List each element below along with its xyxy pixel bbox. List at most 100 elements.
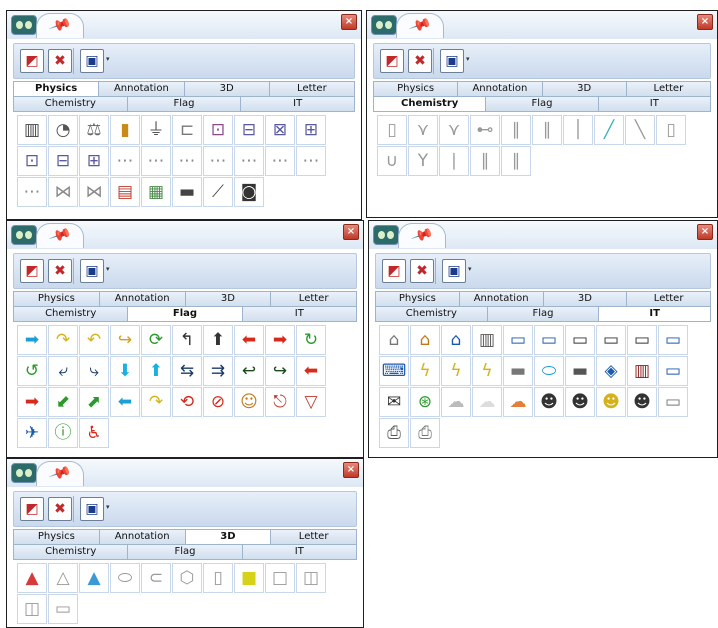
shape-cell[interactable]: ╱ [594,115,624,145]
tab-3d[interactable]: 3D [184,292,271,306]
dropdown-arrow-icon[interactable]: ▾ [466,55,470,63]
shape-cell[interactable]: ☁ [441,387,471,417]
shape-cell[interactable]: ⊞ [79,146,109,176]
shape-cell[interactable]: △ [48,563,78,593]
shape-cell[interactable]: ▮ [110,115,140,145]
tab-it[interactable]: IT [240,97,355,111]
tab-flag[interactable]: Flag [127,545,242,559]
shape-cell[interactable]: ↪ [110,325,140,355]
close-button[interactable]: × [341,14,357,30]
tab-physics[interactable]: Physics [14,292,99,306]
shape-cell[interactable]: ⊂ [141,563,171,593]
shape-cell[interactable]: ϟ [441,356,471,386]
shape-cell[interactable]: ⊟ [234,115,264,145]
shape-cell[interactable]: ⬆ [203,325,233,355]
shape-cell[interactable]: ⋯ [265,146,295,176]
shape-cell[interactable]: ∥ [501,115,531,145]
tab-physics[interactable]: Physics [374,82,458,96]
tab-3d[interactable]: 3D [542,292,627,306]
tab-flag[interactable]: Flag [486,307,599,321]
tab-3d[interactable]: 3D [541,82,626,96]
tab-it[interactable]: IT [241,545,356,559]
tab-flag[interactable]: Flag [485,97,598,111]
shape-cell[interactable]: ⊡ [17,146,47,176]
shape-cell[interactable]: ⌂ [379,325,409,355]
delete-red-button[interactable]: ✖ [408,49,432,73]
shape-cell[interactable]: ☻ [565,387,595,417]
shape-cell[interactable]: ▥ [627,356,657,386]
shape-cell[interactable]: ↩ [234,356,264,386]
tab-annotation[interactable]: Annotation [98,82,184,96]
shape-cell[interactable]: ⌂ [441,325,471,355]
close-button[interactable]: × [343,462,359,478]
shape-cell[interactable]: ◫ [296,563,326,593]
shape-cell[interactable]: ➡ [17,325,47,355]
tab-letter[interactable]: Letter [270,530,356,544]
shape-cell[interactable]: │ [563,115,593,145]
tab-letter[interactable]: Letter [270,292,356,306]
tab-chemistry[interactable]: Chemistry [14,307,128,321]
shape-cell[interactable]: ▥ [17,115,47,145]
shape-cell[interactable]: ⚖ [79,115,109,145]
shape-cell[interactable]: ⟋ [203,177,233,207]
shape-cell[interactable]: ⬋ [48,387,78,417]
shape-cell[interactable]: ▲ [79,563,109,593]
bookmark-red-button[interactable]: ◩ [20,49,44,73]
tab-annotation[interactable]: Annotation [98,292,185,306]
pin-tab[interactable]: 📌 [36,223,84,248]
pin-tab[interactable]: 📌 [36,13,84,38]
shape-cell[interactable]: ⬈ [79,387,109,417]
shape-cell[interactable]: ➡ [17,387,47,417]
shape-cell[interactable]: ↶ [79,325,109,355]
shape-cell[interactable]: ⎋ [265,387,295,417]
tab-it[interactable]: IT [598,307,711,321]
save-disk-button[interactable]: ▣ [80,49,104,73]
shape-cell[interactable]: ☁ [472,387,502,417]
shape-cell[interactable]: ⊡ [203,115,233,145]
shape-cell[interactable]: ⊟ [48,146,78,176]
shape-cell[interactable]: ☁ [503,387,533,417]
shape-cell[interactable]: ▲ [17,563,47,593]
tab-annotation[interactable]: Annotation [457,82,542,96]
shape-cell[interactable]: ▯ [656,115,686,145]
tab-it[interactable]: IT [597,97,710,111]
tab-physics[interactable]: Physics [14,530,99,544]
shape-cell[interactable]: ⊞ [296,115,326,145]
shape-cell[interactable]: ▯ [203,563,233,593]
shape-cell[interactable]: ∥ [470,146,500,176]
shape-cell[interactable]: ▭ [534,325,564,355]
shape-cell[interactable]: ♿ [79,418,109,448]
dropdown-arrow-icon[interactable]: ▾ [468,265,472,273]
tab-physics[interactable]: Physics [376,292,459,306]
shape-cell[interactable]: □ [265,563,295,593]
tab-annotation[interactable]: Annotation [458,292,543,306]
shape-cell[interactable]: ⋎ [408,115,438,145]
shape-cell[interactable]: ➡ [265,325,295,355]
bookmark-red-button[interactable]: ◩ [20,497,44,521]
shape-cell[interactable]: ↷ [141,387,171,417]
delete-red-button[interactable]: ✖ [410,259,434,283]
tab-letter[interactable]: Letter [626,292,710,306]
shape-cell[interactable]: ⤶ [48,356,78,386]
bookmark-red-button[interactable]: ◩ [20,259,44,283]
shape-cell[interactable]: ▭ [627,325,657,355]
tab-flag[interactable]: Flag [127,307,242,321]
shape-cell[interactable]: ☻ [534,387,564,417]
shape-cell[interactable]: ⤷ [79,356,109,386]
save-disk-button[interactable]: ▣ [80,497,104,521]
delete-red-button[interactable]: ✖ [48,49,72,73]
shape-cell[interactable]: ∥ [532,115,562,145]
tab-letter[interactable]: Letter [268,82,354,96]
shape-cell[interactable]: ✉ [379,387,409,417]
tab-flag[interactable]: Flag [126,97,241,111]
shape-cell[interactable]: ☻ [627,387,657,417]
shape-cell[interactable]: ⊏ [172,115,202,145]
shape-cell[interactable]: ⋯ [141,146,171,176]
dropdown-arrow-icon[interactable]: ▾ [106,265,110,273]
shape-cell[interactable]: ⟳ [141,325,171,355]
pane-toggle-icon[interactable] [371,15,397,35]
tab-it[interactable]: IT [241,307,356,321]
shape-cell[interactable]: ⟲ [172,387,202,417]
pane-toggle-icon[interactable] [11,463,37,483]
dropdown-arrow-icon[interactable]: ▾ [106,503,110,511]
